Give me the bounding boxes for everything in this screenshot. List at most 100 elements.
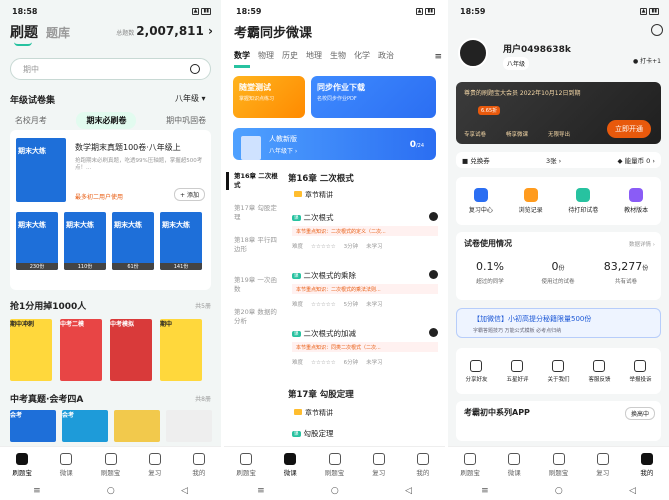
tab-me[interactable]: 我的	[625, 447, 669, 482]
home-icon	[16, 452, 29, 465]
tab-bank[interactable]: 刷题宝	[312, 447, 356, 482]
chapter-nav-item[interactable]: 第20章 数据的分析	[234, 308, 282, 326]
tab-home[interactable]: 刷题宝	[448, 447, 492, 482]
switch-highschool-button[interactable]: 换高中	[624, 407, 655, 420]
book-cover[interactable]: 会考	[10, 410, 56, 442]
settings-icon[interactable]	[651, 24, 663, 36]
play-icon	[60, 452, 73, 465]
tab-home[interactable]: 刷题宝	[0, 447, 44, 482]
lesson-item[interactable]: 课勾股定理	[292, 428, 438, 438]
tab-review[interactable]: 复习	[133, 447, 177, 482]
subject-tab[interactable]: 物理	[258, 50, 274, 68]
tab-class[interactable]: 微课	[44, 447, 88, 482]
play-icon[interactable]	[429, 270, 438, 279]
tab-me[interactable]: 我的	[401, 447, 445, 482]
book-cover[interactable]: 会考	[62, 410, 108, 442]
screen-practice: 18:58 ▲ ▮▮ 刷题 题库 总题数 2,007,811 › 期中 年级试卷集 …	[0, 0, 221, 500]
add-button[interactable]: + 添加	[174, 188, 205, 201]
book-cover[interactable]: 期中	[160, 319, 202, 381]
about-button[interactable]: 关于我们	[547, 348, 570, 394]
book-cover[interactable]: 期中冲刺	[10, 319, 52, 381]
book-cover[interactable]: 期末大练 110份	[64, 212, 106, 270]
book-cover[interactable]	[166, 410, 212, 442]
quiz-banner[interactable]: 随堂测试 掌握知识点练习	[233, 76, 305, 118]
tab-home[interactable]: 刷题宝	[224, 447, 268, 482]
review-center[interactable]: 复习中心	[469, 177, 493, 225]
chapter-nav-item[interactable]: 第16章 二次根式	[226, 172, 282, 190]
rate-button[interactable]: 五星好评	[506, 348, 529, 394]
wechat-banner[interactable]: 【加微信】小初高提分秘籍限量500份 字霸答题技巧 万能公式模板 必考点归纳	[456, 308, 661, 338]
chapter-title: 第17章 勾股定理	[288, 390, 354, 400]
progress-count: 0/24	[409, 140, 424, 150]
menu-icon[interactable]: ≡	[33, 486, 41, 496]
subtab-midterm[interactable]: 期中巩固卷	[166, 115, 206, 126]
lesson-item[interactable]: 课二次根式的乘除 本节重点知识：二次根式的乘法法则... 难度 ☆☆☆☆☆ 5分钟未…	[292, 270, 438, 326]
tab-class[interactable]: 微课	[268, 447, 312, 482]
book-cover[interactable]: 中考模拟	[110, 319, 152, 381]
tab-bank[interactable]: 刷题宝	[536, 447, 580, 482]
subject-tab[interactable]: 政治	[378, 50, 394, 68]
book-icon	[104, 452, 117, 465]
subject-tab[interactable]: 历史	[282, 50, 298, 68]
tab-review[interactable]: 复习	[581, 447, 625, 482]
home-circle-icon[interactable]: ○	[555, 486, 563, 496]
subject-tab[interactable]: 生物	[330, 50, 346, 68]
menu-icon[interactable]: ≡	[434, 52, 442, 62]
home-circle-icon[interactable]: ○	[107, 486, 115, 496]
book-cover[interactable]: 期末大练 230份	[16, 212, 58, 270]
open-vip-button[interactable]: 立即开通	[607, 120, 651, 138]
print-queue[interactable]: 待打印试卷	[568, 177, 598, 225]
chapter-nav-item[interactable]: 第17章 勾股定理	[234, 204, 282, 222]
back-icon[interactable]: ◁	[181, 486, 188, 496]
stats-detail-link[interactable]: 数据详情 ›	[629, 240, 655, 248]
share-button[interactable]: 分享好友	[465, 348, 488, 394]
vip-card[interactable]: 尊贵的刷题宝大会员 2022年10月12日到期 6.65折 专享试卷 畅享微课 …	[456, 82, 661, 144]
tab-question-bank[interactable]: 题库	[46, 24, 70, 41]
textbook-version[interactable]: 教材版本	[624, 177, 648, 225]
grade-select[interactable]: 八年级 ▾	[175, 93, 206, 104]
book-cover[interactable]: 期末大练 141份	[160, 212, 202, 270]
coins-link[interactable]: ◆ 能量币 0 ›	[618, 155, 655, 165]
book-cover[interactable]: 中考二模	[60, 319, 102, 381]
tab-review[interactable]: 复习	[357, 447, 401, 482]
support-button[interactable]: 客服反馈	[588, 348, 611, 394]
menu-icon[interactable]: ≡	[481, 486, 489, 496]
search-icon[interactable]	[190, 64, 200, 74]
subject-tab[interactable]: 化学	[354, 50, 370, 68]
chapter-nav-item[interactable]: 第19章 一次函数	[234, 276, 282, 294]
back-icon[interactable]: ◁	[629, 486, 636, 496]
lesson-item[interactable]: 课二次根式的加减 本节重点知识：同类二次根式（二次... 难度 ☆☆☆☆☆ 6分钟未…	[292, 328, 438, 384]
checkin-button[interactable]: ● 打卡+1	[633, 56, 661, 65]
report-button[interactable]: 举报投诉	[629, 348, 652, 394]
subtab-monthly[interactable]: 名校月考	[15, 115, 47, 126]
paper-set-card[interactable]: 期末大练 数学期末真题100卷·八年级上 抢跑期末必刷真题，吃透99%压轴题，掌…	[10, 130, 211, 290]
play-icon	[284, 452, 297, 465]
chapter-nav-item[interactable]: 第18章 平行四边形	[234, 236, 282, 254]
book-cover[interactable]	[114, 410, 160, 442]
avatar[interactable]	[458, 38, 488, 68]
share-icon	[470, 359, 483, 372]
home-circle-icon[interactable]: ○	[331, 486, 339, 496]
lesson-item[interactable]: 课二次根式 本节重点知识：二次根式的定义（二次... 难度 ☆☆☆☆☆ 3分钟 未学习	[292, 212, 438, 268]
book-cover[interactable]: 期末大练 61份	[112, 212, 154, 270]
history[interactable]: 浏览记录	[519, 177, 543, 225]
textbook-selector[interactable]: 人教新版 八年级下 › 0/24	[233, 128, 436, 160]
tab-practice[interactable]: 刷题	[10, 22, 38, 42]
coupon-link[interactable]: ■ 兑换券	[462, 155, 490, 165]
tab-bank[interactable]: 刷题宝	[88, 447, 132, 482]
subject-tab[interactable]: 地理	[306, 50, 322, 68]
menu-icon[interactable]: ≡	[257, 486, 265, 496]
subject-tab[interactable]: 数学	[234, 50, 250, 68]
search-input[interactable]: 期中	[10, 58, 211, 80]
chapter-sidebar: 第16章 二次根式 第17章 勾股定理 第18章 平行四边形 第19章 一次函数…	[224, 168, 282, 438]
total-questions: 总题数 2,007,811 ›	[116, 24, 213, 38]
download-banner[interactable]: 同步作业下载 名校同步作业PDF	[311, 76, 436, 118]
tab-class[interactable]: 微课	[492, 447, 536, 482]
subtab-final[interactable]: 期末必刷卷	[76, 111, 137, 129]
back-icon[interactable]: ◁	[405, 486, 412, 496]
tab-me[interactable]: 我的	[177, 447, 221, 482]
clock: 18:59	[236, 6, 262, 16]
grade-badge[interactable]: 八年级	[503, 57, 530, 70]
play-icon[interactable]	[429, 328, 438, 337]
play-icon[interactable]	[429, 212, 438, 221]
